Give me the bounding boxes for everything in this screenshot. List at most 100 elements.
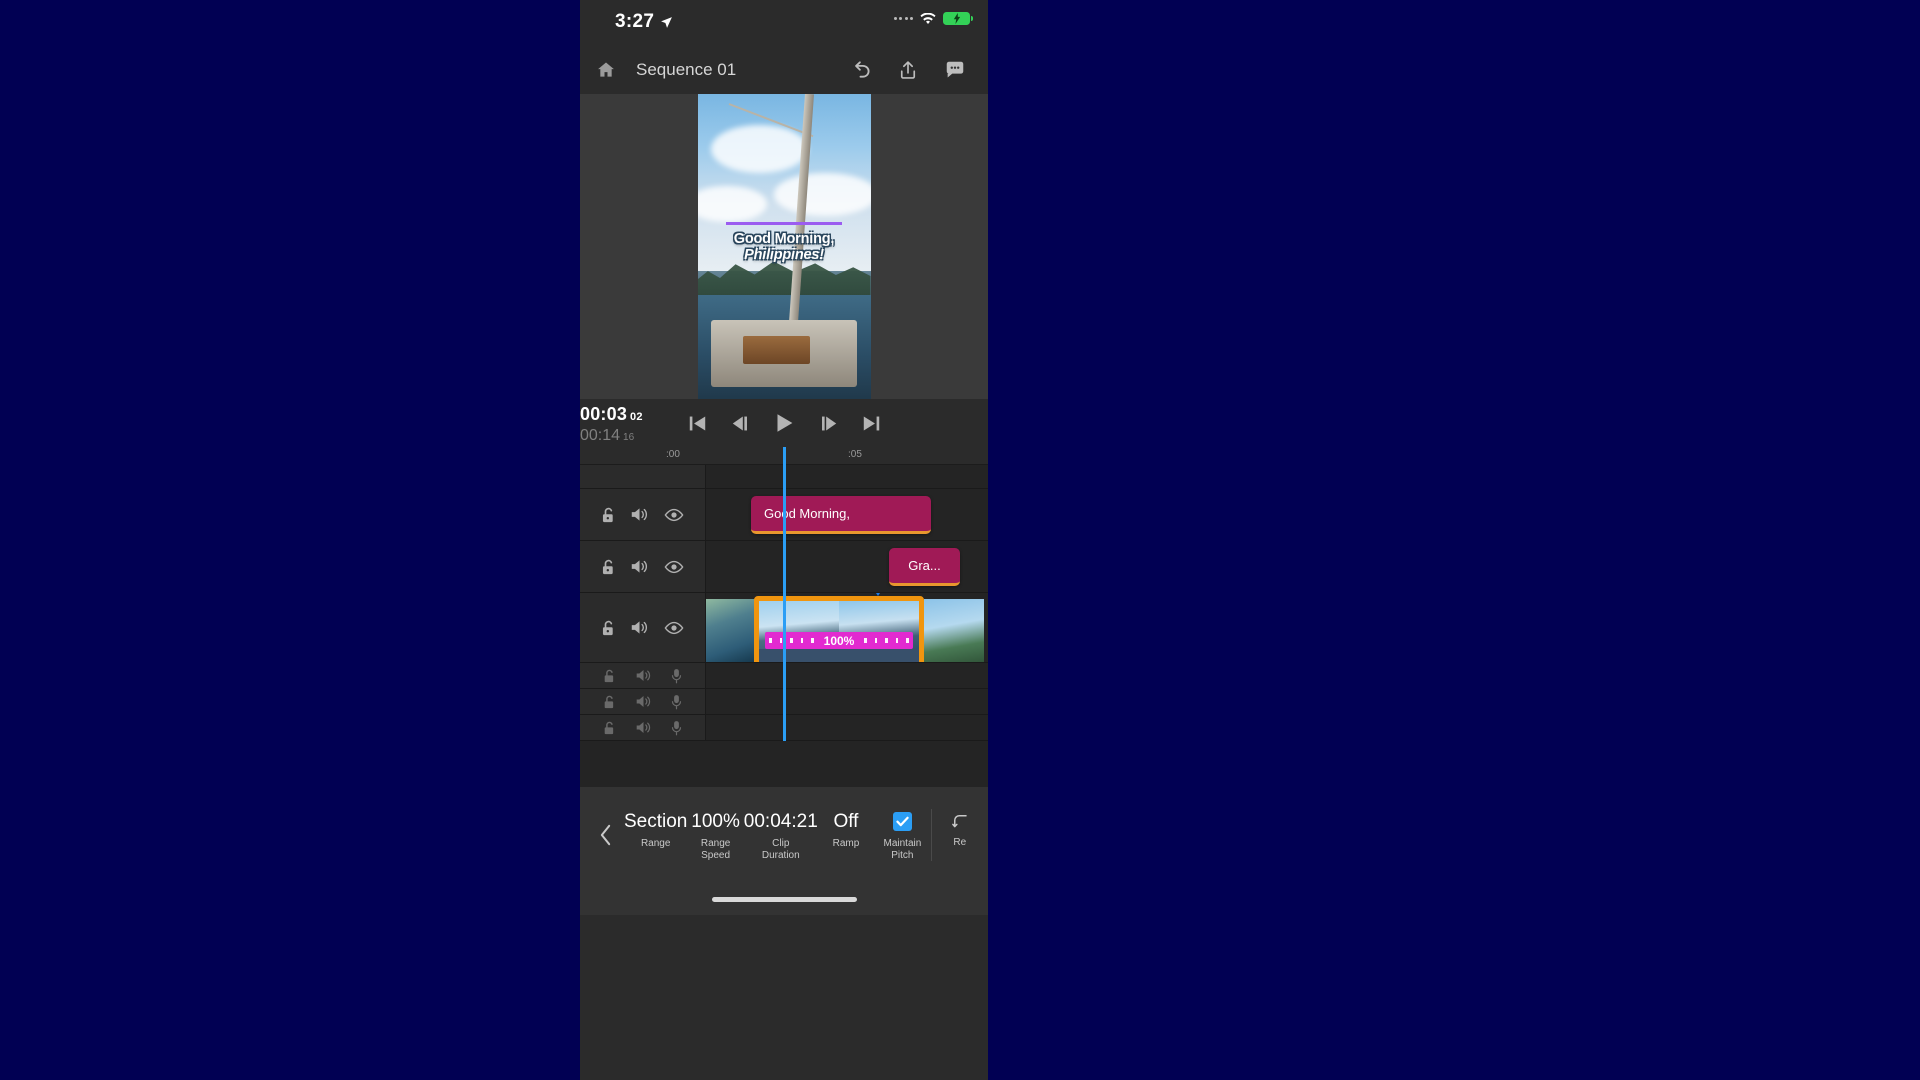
- timecode-display[interactable]: 00:03 02 00:14 16: [580, 404, 643, 445]
- eye-icon[interactable]: [664, 508, 684, 522]
- timeline-empty-area: [580, 741, 988, 787]
- clip-speed-bar[interactable]: 100%: [765, 632, 913, 649]
- boat-deck: [711, 319, 857, 387]
- unlock-icon[interactable]: [601, 558, 616, 576]
- speaker-icon[interactable]: [635, 694, 652, 709]
- track-body-video[interactable]: 100%: [706, 593, 988, 662]
- clip-speed-label: 100%: [816, 633, 862, 648]
- clip-label: Good Morning,: [764, 506, 850, 521]
- cloud-decoration: [773, 173, 871, 216]
- microphone-icon[interactable]: [671, 720, 682, 736]
- ramp-label: Ramp: [832, 838, 860, 849]
- duration-frames: 16: [623, 432, 635, 443]
- skip-to-start-button[interactable]: [688, 415, 707, 432]
- track-header-audio-3: [580, 715, 706, 740]
- cloud-decoration: [711, 124, 809, 174]
- status-icons: [893, 12, 973, 25]
- unlock-icon[interactable]: [601, 506, 616, 524]
- status-time: 3:27: [615, 11, 673, 33]
- timeline-clip-video-next[interactable]: [924, 599, 984, 662]
- range-label: Range: [640, 838, 671, 849]
- unlock-icon[interactable]: [603, 694, 616, 710]
- track-header-audio-2: [580, 689, 706, 714]
- location-arrow-icon: [661, 16, 673, 28]
- track-body-title-1[interactable]: Good Morning,: [706, 489, 988, 540]
- preview-frame: Good Morning, Philippines!: [697, 94, 871, 399]
- reverse-control[interactable]: Re: [932, 808, 988, 849]
- range-speed-control[interactable]: 100% Range Speed: [687, 808, 743, 862]
- home-indicator[interactable]: [711, 896, 857, 902]
- maintain-pitch-checkbox[interactable]: [892, 812, 912, 831]
- timeline-clip-title-2[interactable]: Gra...: [889, 548, 960, 586]
- checkmark-icon: [896, 816, 909, 827]
- home-indicator-area: [580, 883, 988, 915]
- reverse-label: Re: [953, 837, 967, 848]
- timeline-clip-video-selected[interactable]: 100%: [754, 596, 924, 662]
- boat-bench: [743, 335, 811, 365]
- title-overlay: Good Morning, Philippines!: [698, 222, 871, 263]
- status-time-label: 3:27: [615, 11, 655, 32]
- current-timecode: 00:03: [580, 404, 628, 424]
- overlay-title-line2: Philippines!: [744, 246, 824, 263]
- skip-to-end-button[interactable]: [862, 415, 881, 432]
- track-header-video: [580, 593, 706, 662]
- video-preview[interactable]: Good Morning, Philippines!: [580, 94, 988, 399]
- step-back-button[interactable]: [731, 415, 750, 432]
- app-toolbar: Sequence 01: [580, 46, 988, 94]
- track-body-title-2[interactable]: Gra...: [706, 541, 988, 592]
- speaker-icon[interactable]: [630, 558, 649, 575]
- undo-icon[interactable]: [850, 59, 872, 81]
- microphone-icon[interactable]: [671, 668, 682, 684]
- track-body-audio-2[interactable]: [706, 689, 988, 714]
- unlock-icon[interactable]: [603, 720, 616, 736]
- range-value: Section: [624, 811, 688, 832]
- track-header-title-2: [580, 541, 706, 592]
- ruler-mark-0: :00: [666, 449, 680, 460]
- eye-icon[interactable]: [664, 621, 684, 635]
- comment-icon[interactable]: [944, 59, 966, 81]
- page-title: Sequence 01: [636, 60, 737, 79]
- ramp-control[interactable]: Off Ramp: [818, 808, 874, 850]
- track-header-audio-1: [580, 663, 706, 688]
- range-control[interactable]: Section Range: [624, 808, 687, 850]
- share-icon[interactable]: [898, 59, 918, 81]
- range-speed-label: Range Speed: [700, 838, 731, 861]
- microphone-icon[interactable]: [671, 694, 682, 710]
- speaker-icon[interactable]: [630, 619, 649, 636]
- back-button[interactable]: [586, 824, 624, 846]
- clip-thumbnail: [924, 599, 984, 662]
- duration-timecode: 00:14: [580, 427, 621, 444]
- unlock-icon[interactable]: [601, 619, 616, 637]
- maintain-pitch-label: Maintain Pitch: [883, 838, 922, 861]
- timeline-clip-title-1[interactable]: Good Morning,: [751, 496, 931, 534]
- home-icon[interactable]: [596, 60, 616, 80]
- chevron-left-icon: [600, 824, 610, 846]
- reverse-icon: [951, 815, 967, 828]
- current-frames: 02: [630, 411, 643, 423]
- maintain-pitch-control[interactable]: Maintain Pitch: [874, 808, 930, 862]
- step-forward-button[interactable]: [819, 415, 838, 432]
- track-body-audio-3[interactable]: [706, 715, 988, 740]
- timeline-tracks: Good Morning, Gra... 100%: [580, 447, 988, 741]
- speaker-icon[interactable]: [635, 720, 652, 735]
- wifi-icon: [920, 12, 936, 24]
- battery-charging-icon: [943, 12, 973, 25]
- speaker-icon[interactable]: [630, 506, 649, 523]
- unlock-icon[interactable]: [603, 668, 616, 684]
- eye-icon[interactable]: [664, 560, 684, 574]
- ruler-mark-1: :05: [848, 449, 862, 460]
- timeline[interactable]: :00 :05 Good Morning, Gra... 100%: [580, 447, 988, 741]
- overlay-title-line1: Good Morning,: [733, 230, 835, 247]
- ramp-value: Off: [833, 811, 859, 832]
- track-body-audio-1[interactable]: [706, 663, 988, 688]
- clip-duration-value: 00:04:21: [743, 811, 818, 832]
- timeline-clip-video-prev[interactable]: [706, 599, 756, 662]
- phone-screen: 3:27 Sequence 01 Good Morning, Philippin…: [580, 0, 988, 1080]
- status-bar: 3:27: [580, 0, 988, 46]
- speaker-icon[interactable]: [635, 668, 652, 683]
- clip-duration-control[interactable]: 00:04:21 Clip Duration: [744, 808, 818, 862]
- playhead[interactable]: [783, 447, 786, 741]
- clip-thumbnail: [706, 599, 756, 662]
- clip-duration-label: Clip Duration: [761, 838, 800, 861]
- play-button[interactable]: [774, 412, 795, 434]
